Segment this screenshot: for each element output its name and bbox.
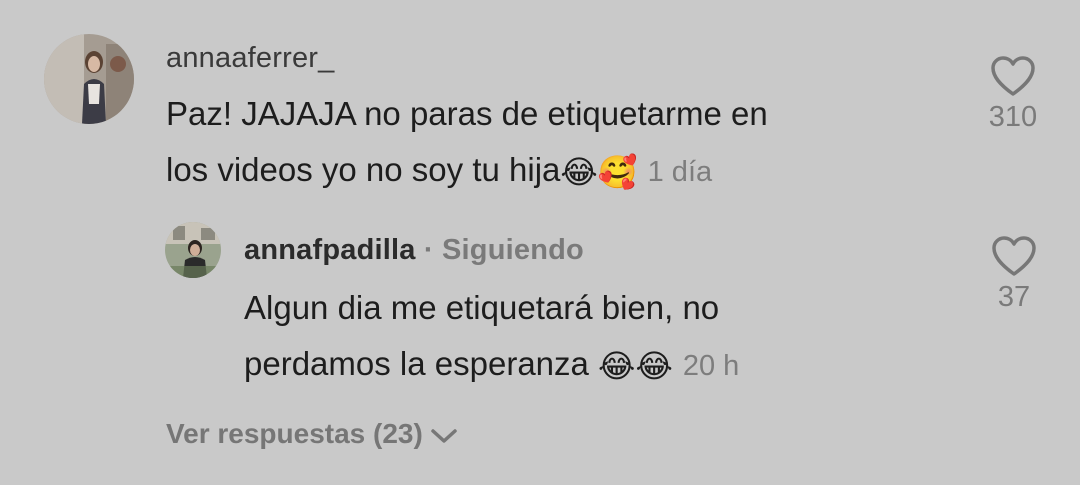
comment-username[interactable]: annaaferrer_ xyxy=(166,42,334,75)
reply-text-segment: perdamos la esperanza xyxy=(244,345,599,382)
comment-timestamp: 1 día xyxy=(647,156,713,188)
view-replies-label: Ver respuestas (23) xyxy=(166,418,423,449)
comment-text-line: los videos yo no soy tu hija😂🥰 1 día xyxy=(166,142,768,200)
comment-text-segment: los videos yo no soy tu hija xyxy=(166,151,561,188)
smiling-hearts-emoji: 🥰 xyxy=(597,154,638,190)
like-count: 37 xyxy=(997,281,1031,313)
reply-header: annafpadilla · Siguiendo xyxy=(244,234,584,267)
heart-icon xyxy=(991,56,1035,96)
comment-like-button[interactable]: 310 xyxy=(978,55,1048,134)
avatar-photo xyxy=(165,222,221,278)
reply-text-line: perdamos la esperanza 😂😂 20 h xyxy=(244,336,739,394)
reply-timestamp: 20 h xyxy=(682,350,740,382)
reply-avatar[interactable] xyxy=(165,222,221,278)
reply-like-button[interactable]: 37 xyxy=(979,235,1049,314)
like-count: 310 xyxy=(988,101,1038,133)
following-badge: Siguiendo xyxy=(442,234,584,266)
tears-of-joy-emoji: 😂 xyxy=(635,348,673,384)
comment-thread: annaaferrer_ Paz! JAJAJA no paras de eti… xyxy=(0,0,1080,485)
reply-username[interactable]: annafpadilla xyxy=(244,234,416,266)
avatar-photo xyxy=(44,34,134,124)
comment-text: Paz! JAJAJA no paras de etiquetarme en l… xyxy=(166,86,768,200)
avatar[interactable] xyxy=(44,34,134,124)
chevron-down-icon xyxy=(431,428,457,443)
view-replies-button[interactable]: Ver respuestas (23) xyxy=(166,418,459,450)
reply-text-line: Algun dia me etiquetará bien, no xyxy=(244,289,720,326)
heart-icon xyxy=(992,236,1036,276)
reply-text: Algun dia me etiquetará bien, no perdamo… xyxy=(244,280,739,394)
tears-of-joy-emoji: 😂 xyxy=(598,348,636,384)
tears-of-joy-emoji: 😂 xyxy=(560,154,598,190)
separator-dot: · xyxy=(423,234,434,266)
comment-text-line: Paz! JAJAJA no paras de etiquetarme en xyxy=(166,95,768,132)
